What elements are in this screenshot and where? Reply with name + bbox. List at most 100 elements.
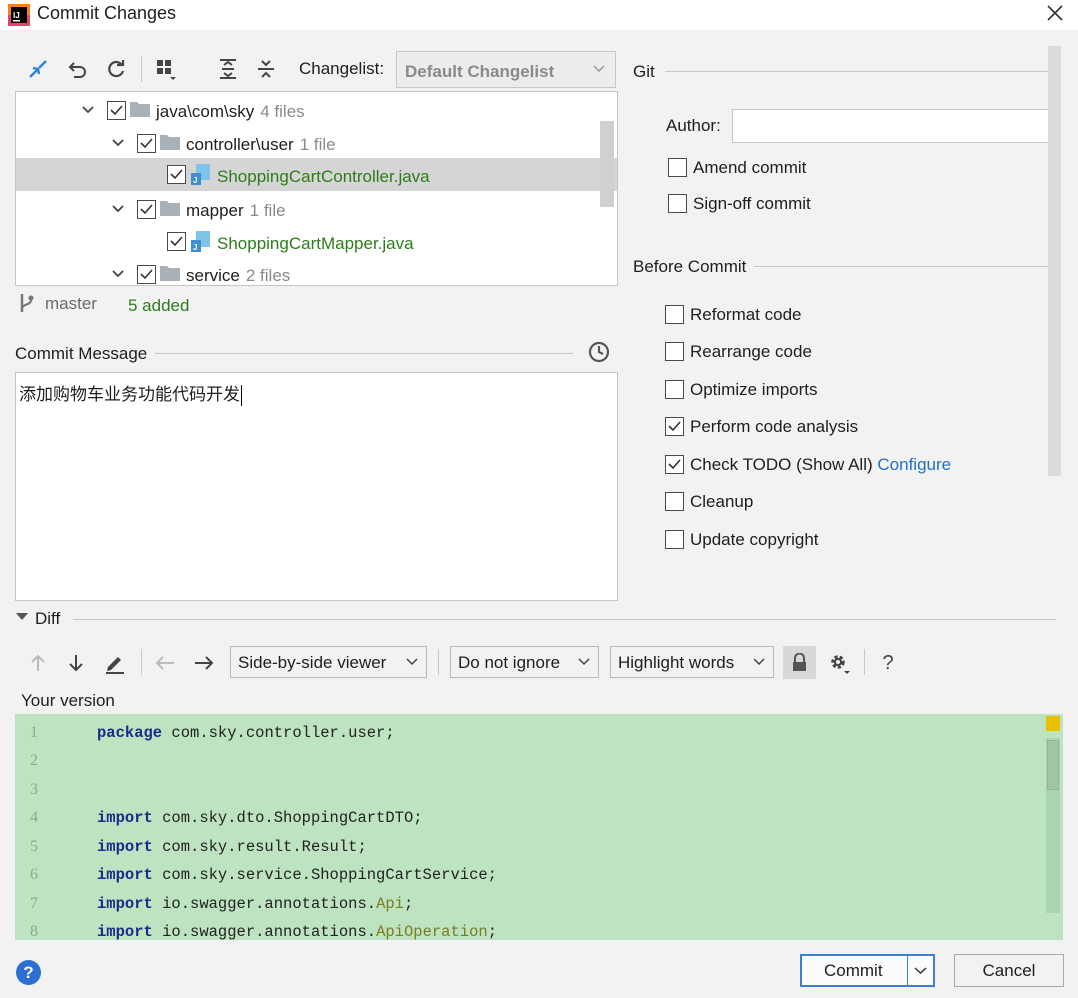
folder-icon xyxy=(160,135,180,150)
chevron-down-icon[interactable] xyxy=(112,268,124,280)
text-caret xyxy=(241,384,242,406)
viewer-dropdown[interactable]: Side-by-side viewer xyxy=(230,646,427,678)
tree-checkbox[interactable] xyxy=(137,134,156,153)
before-commit-title: Before Commit xyxy=(633,257,747,276)
checkbox[interactable] xyxy=(665,530,684,549)
cancel-button[interactable]: Cancel xyxy=(954,954,1064,987)
arrow-left-icon[interactable] xyxy=(153,651,177,675)
checkbox[interactable] xyxy=(668,158,687,177)
checkbox[interactable] xyxy=(665,380,684,399)
author-input[interactable] xyxy=(732,109,1059,143)
changes-tree[interactable]: java\com\sky 4 files controller\user 1 fil… xyxy=(15,91,618,286)
tree-row[interactable]: java\com\sky 4 files xyxy=(16,95,617,128)
tree-scrollbar[interactable] xyxy=(600,121,614,207)
svg-text:J: J xyxy=(193,243,197,252)
line-number: 3 xyxy=(30,781,38,798)
line-number: 8 xyxy=(30,923,38,940)
checkbox[interactable] xyxy=(665,305,684,324)
keyword: import xyxy=(97,895,153,913)
tree-row[interactable]: service 2 files xyxy=(16,259,617,285)
expand-all-icon[interactable] xyxy=(216,57,240,81)
configure-link[interactable]: Configure xyxy=(877,455,951,474)
branch-name[interactable]: master xyxy=(45,294,97,314)
chevron-down-icon[interactable] xyxy=(112,137,124,149)
code-line: 3 xyxy=(15,773,1045,801)
tree-checkbox[interactable] xyxy=(167,232,186,251)
commit-message-text: 添加购物车业务功能代码开发 xyxy=(19,385,240,405)
code-text: com.sky.dto.ShoppingCartDTO; xyxy=(152,809,423,827)
java-file-icon: J xyxy=(191,231,210,252)
commit-message-label: Commit Message xyxy=(15,344,148,363)
tree-count: 1 file xyxy=(299,135,336,154)
commit-label: Commit xyxy=(824,961,883,980)
history-clock-icon[interactable] xyxy=(588,341,610,363)
collapse-triangle-icon[interactable] xyxy=(16,613,28,621)
separator xyxy=(73,619,1056,620)
line-number: 4 xyxy=(30,809,38,826)
code-text: ; xyxy=(487,923,497,940)
keyword: import xyxy=(97,923,153,940)
diff-changes-icon[interactable] xyxy=(26,57,50,81)
ignore-dropdown[interactable]: Do not ignore xyxy=(450,646,599,678)
annotation-name: ApiOperation xyxy=(376,923,488,940)
chevron-down-icon[interactable] xyxy=(914,967,927,975)
separator xyxy=(907,956,908,985)
option-label: Perform code analysis xyxy=(690,417,859,436)
edit-pencil-icon[interactable] xyxy=(103,651,127,675)
diff-code-viewer[interactable]: 1 package com.sky.controller.user; 2 3 4 i… xyxy=(15,714,1063,940)
checkbox[interactable] xyxy=(665,492,684,511)
keyword: package xyxy=(97,724,163,742)
options-scrollbar[interactable] xyxy=(1048,46,1061,476)
folder-icon xyxy=(160,201,180,216)
arrow-right-icon[interactable] xyxy=(192,651,216,675)
line-number: 1 xyxy=(30,724,38,741)
checkbox[interactable] xyxy=(665,342,684,361)
svg-text:J: J xyxy=(193,176,197,185)
group-by-icon[interactable] xyxy=(155,57,179,81)
diff-section-label: Diff xyxy=(35,609,61,628)
help-button[interactable]: ? xyxy=(16,960,41,985)
option-label: Reformat code xyxy=(690,305,802,324)
git-section-title: Git xyxy=(633,62,655,81)
tree-row[interactable]: mapper 1 file xyxy=(16,194,617,227)
line-number: 2 xyxy=(30,752,38,769)
revert-icon[interactable] xyxy=(66,57,90,81)
tree-count: 4 files xyxy=(260,102,305,121)
commit-message-textarea[interactable]: 添加购物车业务功能代码开发 xyxy=(15,372,618,601)
checkbox-checked[interactable] xyxy=(665,455,684,474)
code-scrollbar-thumb[interactable] xyxy=(1047,740,1059,790)
lock-icon xyxy=(793,653,806,671)
tree-row-selected[interactable]: J ShoppingCartController.java xyxy=(16,158,617,191)
tree-checkbox[interactable] xyxy=(167,165,186,184)
settings-gear-icon[interactable] xyxy=(827,651,851,675)
highlight-dropdown[interactable]: Highlight words xyxy=(610,646,774,678)
checkbox[interactable] xyxy=(668,194,687,213)
tree-checkbox[interactable] xyxy=(137,265,156,284)
tree-row[interactable]: controller\user 1 file xyxy=(16,128,617,161)
commit-button[interactable]: Commit xyxy=(800,954,935,987)
lock-button[interactable] xyxy=(783,646,816,679)
option-label: Sign-off commit xyxy=(693,194,811,213)
option-label: Rearrange code xyxy=(690,342,812,361)
refresh-icon[interactable] xyxy=(104,57,128,81)
checkbox-checked[interactable] xyxy=(665,417,684,436)
tree-checkbox[interactable] xyxy=(107,101,126,120)
arrow-up-icon[interactable] xyxy=(26,651,50,675)
window-title: Commit Changes xyxy=(37,3,177,23)
changelist-dropdown[interactable]: Default Changelist xyxy=(396,51,616,88)
code-text: com.sky.controller.user; xyxy=(162,724,395,742)
chevron-down-icon xyxy=(593,65,605,73)
chevron-down-icon[interactable] xyxy=(82,104,94,116)
help-question-icon[interactable]: ? xyxy=(876,651,900,675)
collapse-all-icon[interactable] xyxy=(254,57,278,81)
warning-marker[interactable] xyxy=(1046,716,1060,731)
code-line: 8 import io.swagger.annotations.ApiOperat… xyxy=(15,915,1045,940)
line-number: 7 xyxy=(30,895,38,912)
tree-row[interactable]: J ShoppingCartMapper.java xyxy=(16,226,617,259)
arrow-down-icon[interactable] xyxy=(64,651,88,675)
tree-checkbox[interactable] xyxy=(137,200,156,219)
chevron-down-icon[interactable] xyxy=(112,203,124,215)
author-label: Author: xyxy=(666,116,721,135)
chevron-down-icon xyxy=(578,658,590,666)
close-icon[interactable] xyxy=(1046,4,1064,22)
